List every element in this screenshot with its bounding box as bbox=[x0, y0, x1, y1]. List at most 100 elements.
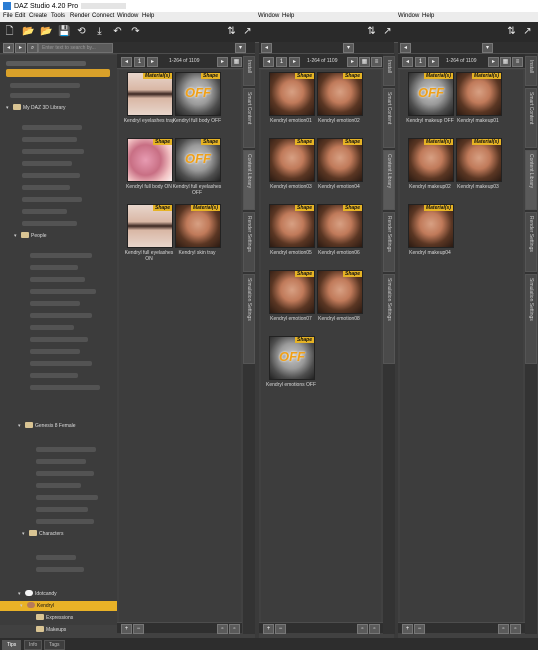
vertical-tab[interactable]: Content Library bbox=[383, 150, 395, 210]
pane-options-icon[interactable]: ▾ bbox=[235, 43, 246, 53]
content-item-thumbnail[interactable]: Shape bbox=[127, 204, 173, 248]
page-first-icon[interactable]: ◂ bbox=[263, 57, 274, 67]
tree-makeups[interactable]: Makeups bbox=[36, 625, 66, 635]
tree-genesis-8-female[interactable]: ▾ Genesis 8 Female bbox=[18, 421, 76, 431]
collapse-arrow-icon[interactable]: ▾ bbox=[22, 529, 29, 539]
vertical-tab[interactable]: Render Settings bbox=[243, 212, 255, 272]
vertical-tab[interactable]: Smart Content bbox=[525, 88, 537, 148]
item-caption[interactable]: Kendryl emotion02 bbox=[311, 118, 367, 124]
vertical-tab[interactable]: Render Settings bbox=[383, 212, 395, 272]
menu-help[interactable]: Help bbox=[142, 13, 154, 19]
collapse-arrow-icon[interactable]: ▾ bbox=[14, 231, 21, 241]
view-grid-icon[interactable]: ▦ bbox=[231, 57, 242, 67]
content-item-thumbnail[interactable]: OFF Shape bbox=[175, 72, 221, 116]
page-first-icon[interactable]: ◂ bbox=[402, 57, 413, 67]
tree-expressions[interactable]: Expressions bbox=[36, 613, 73, 623]
page-prev-icon[interactable]: 1 bbox=[276, 57, 287, 67]
item-caption[interactable]: Kendryl makeup03 bbox=[450, 184, 506, 190]
content-item-thumbnail[interactable]: Material(s) bbox=[175, 204, 221, 248]
tab-tips[interactable]: Tips bbox=[2, 640, 22, 650]
pane3-tool-icon-b[interactable]: ↗ bbox=[522, 26, 533, 37]
menu-create[interactable]: Create bbox=[29, 13, 47, 19]
pane2-menu-help[interactable]: Help bbox=[282, 13, 294, 19]
item-caption[interactable]: Kendryl emotion08 bbox=[311, 316, 367, 322]
content-item-thumbnail[interactable]: Material(s) bbox=[456, 138, 502, 182]
merge-icon[interactable]: 📂 bbox=[40, 26, 52, 37]
page-prev-icon[interactable]: 1 bbox=[415, 57, 426, 67]
collapse-arrow-icon[interactable]: ▾ bbox=[18, 589, 25, 599]
export-icon[interactable]: ⟲ bbox=[76, 26, 87, 37]
menu-window[interactable]: Window bbox=[117, 13, 138, 19]
pane3-tool-icon-a[interactable]: ⇅ bbox=[506, 26, 517, 37]
back-icon[interactable]: ◂ bbox=[261, 43, 272, 53]
view-list-icon[interactable]: ≡ bbox=[371, 57, 382, 67]
page-forward-icon[interactable]: ▸ bbox=[347, 57, 358, 67]
back-icon[interactable]: ◂ bbox=[400, 43, 411, 53]
vertical-tab[interactable]: Smart Content bbox=[383, 88, 395, 148]
footer-icon-a[interactable]: ▫ bbox=[498, 624, 509, 634]
content-item-thumbnail[interactable]: OFF Shape bbox=[269, 336, 315, 380]
page-next-icon[interactable]: ▸ bbox=[428, 57, 439, 67]
remove-icon[interactable]: − bbox=[275, 624, 286, 634]
tool-icon-a[interactable]: ⇅ bbox=[226, 26, 237, 37]
menu-edit[interactable]: Edit bbox=[15, 13, 25, 19]
import-icon[interactable]: ⤓ bbox=[94, 26, 105, 37]
vertical-tab[interactable]: Install bbox=[525, 56, 537, 86]
pane-options-icon[interactable]: ▾ bbox=[343, 43, 354, 53]
content-item-thumbnail[interactable]: Shape bbox=[317, 72, 363, 116]
remove-icon[interactable]: − bbox=[133, 624, 144, 634]
add-icon[interactable]: + bbox=[402, 624, 413, 634]
pane2-tool-icon-b[interactable]: ↗ bbox=[382, 26, 393, 37]
content-search-input[interactable]: Enter text to search by... bbox=[38, 43, 113, 53]
collapse-arrow-icon[interactable]: ▾ bbox=[6, 103, 13, 113]
page-forward-icon[interactable]: ▸ bbox=[488, 57, 499, 67]
tab-tags[interactable]: Tags bbox=[44, 640, 65, 650]
redo-icon[interactable]: ↷ bbox=[130, 26, 141, 37]
new-file-icon[interactable]: 🗋 bbox=[4, 26, 15, 37]
collapse-arrow-icon[interactable]: ▾ bbox=[18, 421, 25, 431]
tree-characters[interactable]: ▾ Characters bbox=[22, 529, 63, 539]
content-item-thumbnail[interactable]: Shape bbox=[269, 138, 315, 182]
footer-icon-b[interactable]: ▫ bbox=[369, 624, 380, 634]
pane2-tool-icon-a[interactable]: ⇅ bbox=[366, 26, 377, 37]
content-item-thumbnail[interactable]: Shape bbox=[317, 270, 363, 314]
content-item-thumbnail[interactable]: Shape bbox=[317, 138, 363, 182]
footer-icon-a[interactable]: ▫ bbox=[217, 624, 228, 634]
footer-icon-a[interactable]: ▫ bbox=[357, 624, 368, 634]
pane-options-icon[interactable]: ▾ bbox=[482, 43, 493, 53]
pane3-menu-help[interactable]: Help bbox=[422, 13, 434, 19]
vertical-tab[interactable]: Install bbox=[243, 56, 255, 86]
tree-vendor[interactable]: ▾ Idotcandy bbox=[18, 589, 57, 599]
tab-info[interactable]: Info bbox=[24, 640, 43, 650]
vertical-tab[interactable]: Simulation Settings bbox=[525, 274, 537, 364]
undo-icon[interactable]: ↶ bbox=[112, 26, 123, 37]
vertical-tab[interactable]: Content Library bbox=[525, 150, 537, 210]
content-item-thumbnail[interactable]: OFF Material(s) bbox=[408, 72, 454, 116]
content-item-thumbnail[interactable]: Shape bbox=[269, 270, 315, 314]
item-caption[interactable]: Kendryl emotion04 bbox=[311, 184, 367, 190]
vertical-tab[interactable]: Smart Content bbox=[243, 88, 255, 148]
content-item-thumbnail[interactable]: Material(s) bbox=[408, 204, 454, 248]
footer-icon-b[interactable]: ▫ bbox=[229, 624, 240, 634]
item-caption[interactable]: Kendryl full eyelashes OFF bbox=[169, 184, 225, 196]
item-caption[interactable]: Kendryl makeup01 bbox=[450, 118, 506, 124]
item-caption[interactable]: Kendryl emotions OFF bbox=[263, 382, 319, 388]
content-item-thumbnail[interactable]: Shape bbox=[269, 204, 315, 248]
open-folder-icon[interactable]: 📂 bbox=[22, 26, 34, 37]
search-icon[interactable]: ⌕ bbox=[27, 43, 38, 53]
item-caption[interactable]: Kendryl full body OFF bbox=[169, 118, 225, 124]
pane2-menu-window[interactable]: Window bbox=[258, 13, 279, 19]
content-item-thumbnail[interactable]: Material(s) bbox=[127, 72, 173, 116]
footer-icon-b[interactable]: ▫ bbox=[510, 624, 521, 634]
menu-tools[interactable]: Tools bbox=[51, 13, 65, 19]
menu-render[interactable]: Render bbox=[70, 13, 90, 19]
tree-people[interactable]: ▾ People bbox=[14, 231, 47, 241]
view-grid-icon[interactable]: ▦ bbox=[359, 57, 370, 67]
page-forward-icon[interactable]: ▸ bbox=[217, 57, 228, 67]
add-icon[interactable]: + bbox=[121, 624, 132, 634]
content-item-thumbnail[interactable]: Material(s) bbox=[456, 72, 502, 116]
save-icon[interactable]: 💾 bbox=[58, 26, 70, 37]
menu-file[interactable]: File bbox=[3, 13, 13, 19]
page-next-icon[interactable]: ▸ bbox=[289, 57, 300, 67]
collapse-arrow-icon[interactable]: ▾ bbox=[20, 601, 27, 611]
